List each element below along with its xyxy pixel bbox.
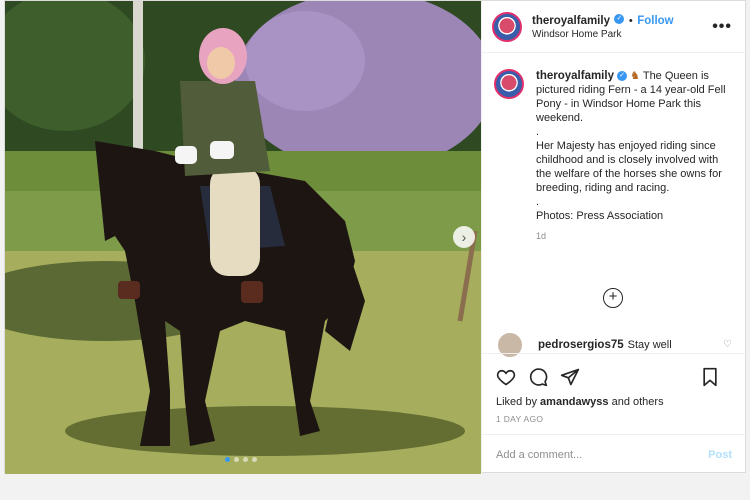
likes-summary: Liked by amandawyss and others bbox=[496, 396, 732, 408]
comment-username-link[interactable]: pedrosergios75 bbox=[538, 339, 624, 351]
post-caption: theroyalfamily ✓ ♞ The Queen is pictured… bbox=[494, 69, 736, 243]
carousel-dot bbox=[234, 457, 239, 462]
comment-bubble-icon[interactable] bbox=[528, 367, 548, 387]
action-icons bbox=[496, 364, 732, 390]
caption-body: theroyalfamily ✓ ♞ The Queen is pictured… bbox=[536, 69, 726, 243]
bookmark-icon[interactable] bbox=[700, 367, 720, 387]
more-options-icon[interactable]: ••• bbox=[712, 18, 732, 36]
add-comment-bar: Add a comment... Post bbox=[482, 434, 746, 474]
post-actions: Liked by amandawyss and others 1 DAY AGO bbox=[482, 353, 746, 424]
carousel-dot bbox=[252, 457, 257, 462]
username-link[interactable]: theroyalfamily bbox=[532, 15, 610, 27]
like-heart-icon[interactable] bbox=[496, 367, 516, 387]
caption-line: Her Majesty has enjoyed riding since chi… bbox=[536, 140, 722, 194]
share-send-icon[interactable] bbox=[560, 367, 580, 387]
instagram-post: › theroyalfamily ✓ • Follow Windsor Home… bbox=[4, 0, 746, 474]
header-text: theroyalfamily ✓ • Follow Windsor Home P… bbox=[532, 13, 712, 41]
likes-suffix: and others bbox=[611, 396, 664, 408]
caption-username-link[interactable]: theroyalfamily bbox=[536, 70, 614, 82]
horse-emoji-icon: ♞ bbox=[630, 70, 640, 82]
post-header: theroyalfamily ✓ • Follow Windsor Home P… bbox=[482, 1, 746, 53]
caption-line: Photos: Press Association bbox=[536, 210, 664, 222]
caption-separator: . bbox=[536, 126, 540, 138]
liked-by-user-link[interactable]: amandawyss bbox=[540, 396, 608, 408]
carousel-indicator bbox=[225, 457, 257, 462]
post-photo[interactable]: › bbox=[5, 1, 481, 474]
caption-timestamp[interactable]: 1d bbox=[536, 229, 726, 243]
load-more-comments-icon[interactable]: + bbox=[603, 288, 623, 308]
post-sidebar: theroyalfamily ✓ • Follow Windsor Home P… bbox=[481, 1, 746, 474]
caption-separator: . bbox=[536, 196, 540, 208]
verified-badge-icon: ✓ bbox=[617, 71, 628, 82]
location-link[interactable]: Windsor Home Park bbox=[532, 28, 712, 41]
verified-badge-icon: ✓ bbox=[614, 14, 625, 25]
avatar[interactable] bbox=[492, 11, 522, 42]
like-comment-icon[interactable]: ♡ bbox=[723, 339, 732, 350]
follow-button[interactable]: Follow bbox=[637, 15, 673, 27]
avatar[interactable] bbox=[494, 69, 524, 99]
post-comment-button[interactable]: Post bbox=[708, 449, 732, 461]
comment-text: Stay well bbox=[627, 339, 672, 351]
next-photo-button[interactable]: › bbox=[453, 226, 475, 248]
post-timestamp[interactable]: 1 DAY AGO bbox=[496, 414, 732, 424]
carousel-dot bbox=[243, 457, 248, 462]
comment-input[interactable]: Add a comment... bbox=[496, 449, 582, 461]
carousel-dot bbox=[225, 457, 230, 462]
queen-riding-photo bbox=[5, 1, 481, 474]
likes-prefix: Liked by bbox=[496, 396, 537, 408]
